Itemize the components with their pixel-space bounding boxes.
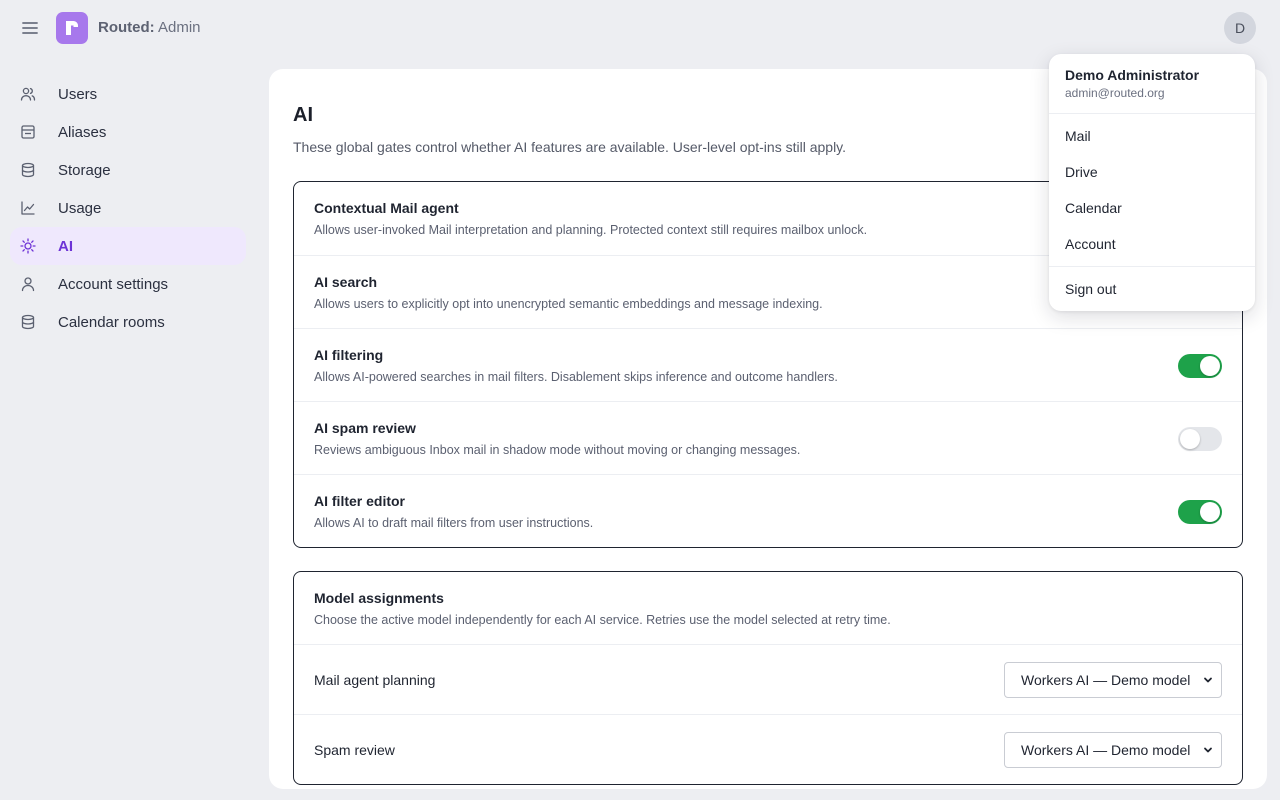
database-icon <box>20 162 36 178</box>
chevron-down-icon <box>1203 745 1213 755</box>
app-logo[interactable] <box>56 12 88 44</box>
sidebar-item-storage[interactable]: Storage <box>10 151 246 189</box>
ai-spam-review-toggle[interactable] <box>1178 427 1222 451</box>
model-row-spam-review: Spam review Workers AI — Demo model <box>294 715 1242 784</box>
menu-item-drive[interactable]: Drive <box>1065 164 1098 180</box>
user-icon <box>20 276 36 292</box>
spam-review-model-select[interactable]: Workers AI — Demo model <box>1004 732 1222 768</box>
database-icon <box>20 314 36 330</box>
top-bar: Routed: Admin D <box>0 0 1280 56</box>
model-assignments-title: Model assignments <box>314 590 444 606</box>
sidebar: Users Aliases Storage Usage AI Account s… <box>10 75 246 341</box>
model-assignments-card: Model assignments Choose the active mode… <box>293 571 1243 785</box>
hamburger-menu-icon[interactable] <box>18 16 42 40</box>
aliases-icon <box>20 124 36 140</box>
gate-title: AI spam review <box>314 420 416 436</box>
gate-row-ai-filter-editor: AI filter editor Allows AI to draft mail… <box>294 474 1242 547</box>
user-display-name: Demo Administrator <box>1065 67 1200 83</box>
menu-item-mail[interactable]: Mail <box>1065 128 1091 144</box>
chart-line-icon <box>20 200 36 216</box>
page-description: These global gates control whether AI fe… <box>293 139 847 155</box>
sidebar-item-label: Storage <box>58 161 111 179</box>
user-menu-dropdown: Demo Administrator admin@routed.org Mail… <box>1049 54 1255 311</box>
sidebar-item-aliases[interactable]: Aliases <box>10 113 246 151</box>
users-icon <box>20 86 36 102</box>
sidebar-item-usage[interactable]: Usage <box>10 189 246 227</box>
ai-filtering-toggle[interactable] <box>1178 354 1222 378</box>
sidebar-item-ai[interactable]: AI <box>10 227 246 265</box>
menu-item-account[interactable]: Account <box>1065 236 1116 252</box>
gate-title: AI search <box>314 274 378 290</box>
select-value: Workers AI — Demo model <box>1021 742 1191 758</box>
sidebar-item-label: Account settings <box>58 275 169 293</box>
brand-name: Routed: <box>98 19 155 36</box>
gate-description: Allows AI to draft mail filters from use… <box>314 516 594 530</box>
sidebar-item-label: Aliases <box>58 123 107 141</box>
menu-item-sign-out[interactable]: Sign out <box>1065 281 1116 297</box>
mail-agent-planning-model-select[interactable]: Workers AI — Demo model <box>1004 662 1222 698</box>
menu-divider <box>1049 266 1255 267</box>
gate-row-ai-filtering: AI filtering Allows AI-powered searches … <box>294 328 1242 401</box>
page-title: AI <box>293 104 313 126</box>
brand-title: Routed: Admin <box>98 19 201 37</box>
select-value: Workers AI — Demo model <box>1021 672 1191 688</box>
model-assignments-description: Choose the active model independently fo… <box>314 613 891 627</box>
sidebar-item-label: Usage <box>58 199 102 217</box>
toggle-knob <box>1200 502 1220 522</box>
model-row-label: Spam review <box>314 742 395 758</box>
toggle-knob <box>1180 429 1200 449</box>
sidebar-item-label: Users <box>58 85 98 103</box>
chevron-down-icon <box>1203 675 1213 685</box>
brand-section: Admin <box>154 19 201 36</box>
toggle-knob <box>1200 356 1220 376</box>
gate-description: Allows AI-powered searches in mail filte… <box>314 370 838 384</box>
user-email: admin@routed.org <box>1065 86 1165 100</box>
gate-title: AI filtering <box>314 347 384 363</box>
menu-divider <box>1049 113 1255 114</box>
user-avatar-button[interactable]: D <box>1224 12 1256 44</box>
gate-description: Reviews ambiguous Inbox mail in shadow m… <box>314 443 801 457</box>
gate-title: Contextual Mail agent <box>314 200 459 216</box>
sidebar-item-label: Calendar rooms <box>58 313 165 331</box>
ai-filter-editor-toggle[interactable] <box>1178 500 1222 524</box>
menu-item-calendar[interactable]: Calendar <box>1065 200 1122 216</box>
sidebar-item-calendar-rooms[interactable]: Calendar rooms <box>10 303 246 341</box>
sidebar-item-label: AI <box>58 237 73 255</box>
gate-description: Allows users to explicitly opt into unen… <box>314 297 823 311</box>
model-row-label: Mail agent planning <box>314 672 436 688</box>
sidebar-item-account-settings[interactable]: Account settings <box>10 265 246 303</box>
sidebar-item-users[interactable]: Users <box>10 75 246 113</box>
model-assignments-header: Model assignments Choose the active mode… <box>294 572 1242 645</box>
gate-title: AI filter editor <box>314 493 406 509</box>
sparkle-icon <box>20 238 36 254</box>
gate-description: Allows user-invoked Mail interpretation … <box>314 223 868 237</box>
model-row-mail-agent-planning: Mail agent planning Workers AI — Demo mo… <box>294 645 1242 715</box>
gate-row-ai-spam-review: AI spam review Reviews ambiguous Inbox m… <box>294 401 1242 474</box>
